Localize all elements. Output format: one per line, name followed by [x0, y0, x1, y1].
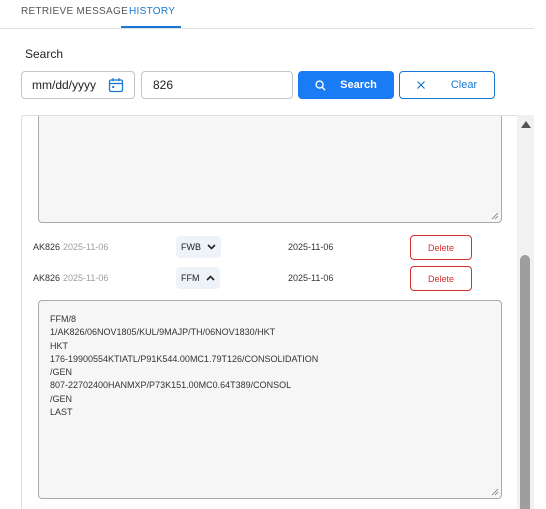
chevron-up-icon	[205, 275, 215, 281]
search-section-label: Search	[25, 47, 64, 61]
search-icon	[315, 79, 326, 91]
message-type-label: FFM	[181, 273, 200, 283]
message-type-toggle[interactable]: FWB	[176, 236, 221, 258]
calendar-icon[interactable]	[108, 77, 124, 93]
delete-button[interactable]: Delete	[410, 266, 472, 291]
chevron-down-icon	[207, 244, 216, 250]
flight-code: AK826 2025-11-06	[33, 273, 109, 283]
history-row: AK826 2025-11-06 FWB 2025-11-06 Delete	[22, 235, 518, 260]
message-text: FFM/8 1/AK826/06NOV1805/KUL/9MAJP/TH/06N…	[50, 314, 319, 418]
tab-history[interactable]: HISTORY	[129, 6, 175, 17]
tab-retrieve-message[interactable]: RETRIEVE MESSAGE	[21, 6, 128, 17]
resize-handle-icon[interactable]	[491, 212, 499, 220]
message-date: 2025-11-06	[288, 273, 334, 283]
tab-bar: RETRIEVE MESSAGE HISTORY	[0, 0, 534, 29]
date-placeholder: mm/dd/yyyy	[32, 78, 97, 92]
message-type-label: FWB	[181, 242, 201, 252]
message-type-toggle[interactable]: FFM	[176, 267, 220, 289]
scroll-up-arrow-icon[interactable]	[521, 121, 531, 128]
search-input[interactable]: 826	[141, 71, 293, 99]
flight-date: 2025-11-06	[63, 242, 109, 252]
search-button-label: Search	[340, 79, 377, 91]
close-icon	[416, 81, 425, 89]
date-picker-field[interactable]: mm/dd/yyyy	[21, 71, 135, 99]
message-textarea[interactable]: FFM/8 1/AK826/06NOV1805/KUL/9MAJP/TH/06N…	[38, 300, 502, 499]
history-results-panel: AK826 2025-11-06 FWB 2025-11-06 Delete AK…	[21, 115, 534, 509]
clear-button-label: Clear	[450, 79, 478, 91]
active-tab-indicator	[121, 26, 181, 28]
search-button[interactable]: Search	[298, 71, 394, 99]
message-date: 2025-11-06	[288, 242, 334, 252]
message-textarea-previous[interactable]	[38, 116, 502, 223]
resize-handle-icon[interactable]	[491, 488, 499, 496]
flight-code: AK826 2025-11-06	[33, 242, 109, 252]
delete-button[interactable]: Delete	[410, 235, 472, 260]
clear-button[interactable]: Clear	[399, 71, 495, 99]
history-row: AK826 2025-11-06 FFM 2025-11-06 Delete	[22, 266, 518, 291]
flight-date: 2025-11-06	[63, 273, 109, 283]
vertical-scrollbar[interactable]	[517, 115, 534, 509]
scrollbar-thumb[interactable]	[520, 255, 530, 509]
